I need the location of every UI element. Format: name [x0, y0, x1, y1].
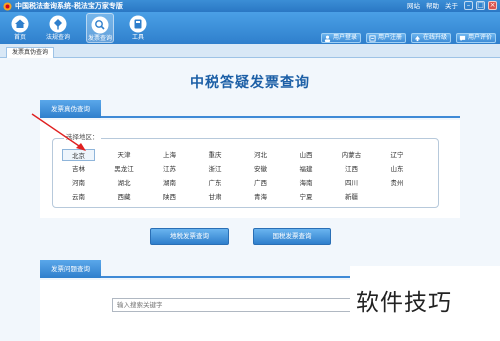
main-toolbar: 首页 法规查询 发票查询 工具 用户登录 用户注册 在线升级 用户评价	[0, 12, 500, 44]
region-option[interactable]: 青海	[244, 191, 277, 203]
region-option[interactable]: 广东	[199, 177, 232, 189]
law-search-icon	[49, 15, 67, 33]
app-logo-icon	[3, 2, 12, 11]
app-title: 中国税法查询系统-税法宝万家专版	[15, 2, 123, 10]
title-bar: 中国税法查询系统-税法宝万家专版 网站 帮助 关于 – □ ×	[0, 0, 500, 12]
region-option[interactable]: 云南	[62, 191, 95, 203]
region-option[interactable]: 四川	[335, 177, 368, 189]
window-controls: – □ ×	[464, 1, 497, 10]
online-upgrade-label: 在线升级	[423, 34, 448, 41]
login-icon	[324, 35, 331, 42]
tab-invoice-authenticity[interactable]: 发票真伪查询	[6, 47, 55, 58]
region-option[interactable]: 内蒙古	[335, 149, 368, 161]
region-option[interactable]: 海南	[290, 177, 323, 189]
register-icon	[369, 35, 376, 42]
watermark-text: 软件技巧	[356, 290, 452, 316]
region-option[interactable]: 辽宁	[381, 149, 414, 161]
region-option[interactable]: 山东	[381, 163, 414, 175]
region-option[interactable]: 贵州	[381, 177, 414, 189]
user-review-label: 用户评价	[468, 34, 493, 41]
website-link[interactable]: 网站	[407, 1, 420, 11]
region-option[interactable]: 宁夏	[290, 191, 323, 203]
toolbar-tools-label: 工具	[131, 34, 144, 41]
region-option[interactable]: 西藏	[108, 191, 141, 203]
user-login-button[interactable]: 用户登录	[321, 33, 362, 43]
region-option[interactable]: 广西	[244, 177, 277, 189]
user-register-label: 用户注册	[378, 34, 403, 41]
online-upgrade-button[interactable]: 在线升级	[411, 33, 452, 43]
toolbar-invoice-search-button[interactable]: 发票查询	[86, 13, 114, 43]
region-panel: 选择地区： 北京 天津 上海 重庆 河北 山西 内蒙古 辽宁吉林 黑龙江 江苏 浙江 安徽 福建 江西 山东…	[40, 120, 460, 218]
region-option[interactable]: 北京	[62, 149, 95, 161]
section-header-authenticity: 发票真伪查询	[40, 100, 460, 118]
top-links: 网站 帮助 关于	[407, 1, 458, 11]
national-tax-invoice-query-button[interactable]: 国税发票查询	[253, 228, 331, 245]
region-option[interactable]: 河北	[244, 149, 277, 161]
region-option[interactable]: 安徽	[244, 163, 277, 175]
region-option[interactable]: 河南	[62, 177, 95, 189]
region-legend: 选择地区：	[64, 131, 101, 141]
region-option[interactable]: 新疆	[335, 191, 368, 203]
region-option[interactable]: 浙江	[199, 163, 232, 175]
page-title: 中税答疑发票查询	[190, 75, 310, 91]
toolbar-law-search-button[interactable]: 法规查询	[44, 13, 72, 43]
maximize-button[interactable]: □	[476, 1, 485, 10]
local-tax-invoice-query-button[interactable]: 地税发票查询	[150, 228, 229, 245]
region-option[interactable]: 江西	[335, 163, 368, 175]
user-login-label: 用户登录	[333, 34, 358, 41]
review-icon	[459, 35, 466, 42]
region-option[interactable]: 甘肃	[199, 191, 232, 203]
invoice-search-icon	[91, 16, 109, 34]
tab-strip: 发票真伪查询	[0, 44, 500, 58]
section-tab-invoice-question: 发票问题查询	[40, 260, 101, 278]
tools-icon	[129, 15, 147, 33]
region-option[interactable]: 重庆	[199, 149, 232, 161]
region-option[interactable]: 陕西	[153, 191, 186, 203]
region-option[interactable]: 湖南	[153, 177, 186, 189]
home-icon	[11, 15, 29, 33]
region-option[interactable]: 天津	[108, 149, 141, 161]
toolbar-home-label: 首页	[13, 34, 26, 41]
minimize-button[interactable]: –	[464, 1, 473, 10]
user-register-button[interactable]: 用户注册	[366, 33, 407, 43]
toolbar-invoice-search-label: 发票查询	[87, 35, 112, 42]
toolbar-law-search-label: 法规查询	[45, 34, 70, 41]
help-link[interactable]: 帮助	[426, 1, 439, 11]
region-option[interactable]: 山西	[290, 149, 323, 161]
toolbar-home-button[interactable]: 首页	[6, 13, 34, 43]
toolbar-tools-button[interactable]: 工具	[124, 13, 152, 43]
region-option[interactable]: 吉林	[62, 163, 95, 175]
user-review-button[interactable]: 用户评价	[456, 33, 497, 43]
region-option[interactable]: 黑龙江	[108, 163, 141, 175]
search-input[interactable]	[112, 298, 362, 312]
region-option[interactable]: 湖北	[108, 177, 141, 189]
upgrade-icon	[414, 35, 421, 42]
region-option[interactable]: 江苏	[153, 163, 186, 175]
region-option[interactable]: 上海	[153, 149, 186, 161]
section-tab-authenticity: 发票真伪查询	[40, 100, 101, 118]
region-option[interactable]: 福建	[290, 163, 323, 175]
close-button[interactable]: ×	[488, 1, 497, 10]
about-link[interactable]: 关于	[445, 1, 458, 11]
